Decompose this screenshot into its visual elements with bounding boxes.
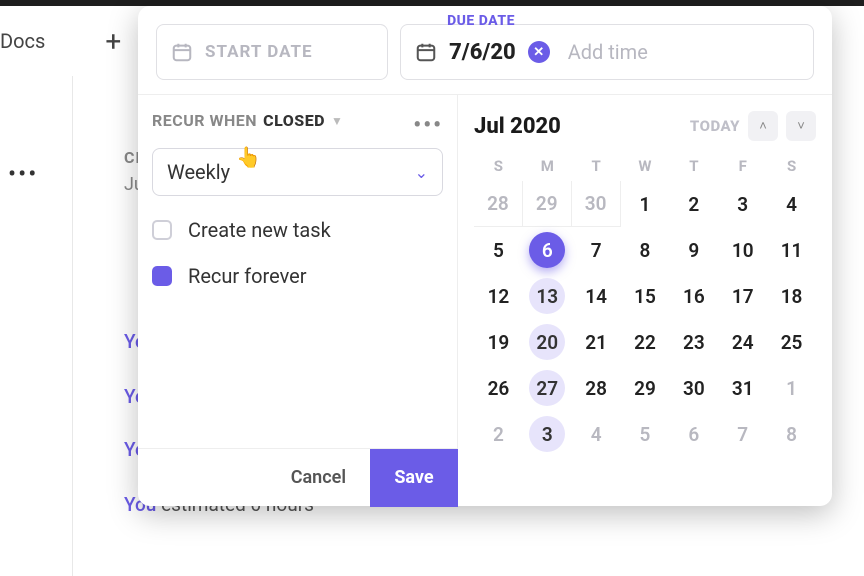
recur-prefix: RECUR WHEN: [152, 111, 257, 130]
prev-month-button[interactable]: ˄: [748, 111, 778, 141]
calendar-day[interactable]: 19: [474, 319, 523, 365]
calendar-day[interactable]: 22: [621, 319, 670, 365]
start-date-field[interactable]: START DATE: [156, 24, 388, 80]
calendar-day[interactable]: 2: [669, 181, 718, 227]
calendar-day[interactable]: 12: [474, 273, 523, 319]
calendar-day[interactable]: 6: [523, 227, 572, 273]
add-time-button[interactable]: Add time: [568, 40, 648, 64]
calendar-day[interactable]: 21: [572, 319, 621, 365]
calendar-day[interactable]: 5: [474, 227, 523, 273]
create-new-task-option[interactable]: Create new task: [152, 218, 443, 242]
add-view-button[interactable]: +: [105, 25, 121, 58]
dow-label: S: [474, 151, 523, 181]
vertical-separator: [72, 76, 73, 576]
calendar-day[interactable]: 25: [767, 319, 816, 365]
due-date-label: DUE DATE: [447, 13, 515, 29]
modal-footer: Cancel Save: [138, 448, 458, 506]
calendar-day[interactable]: 27: [523, 365, 572, 411]
recur-forever-option[interactable]: Recur forever: [152, 264, 443, 288]
calendar-day[interactable]: 4: [572, 411, 621, 457]
calendar-day[interactable]: 13: [523, 273, 572, 319]
calendar-day[interactable]: 7: [718, 411, 767, 457]
calendar-month-label: Jul 2020: [474, 114, 561, 139]
recur-state: CLOSED: [263, 111, 325, 130]
dow-row: SMTWTFS: [474, 151, 816, 181]
calendar-day[interactable]: 15: [621, 273, 670, 319]
calendar-day[interactable]: 26: [474, 365, 523, 411]
cancel-button[interactable]: Cancel: [271, 467, 366, 488]
date-fields-row: START DATE DUE DATE 7/6/20 ✕ Add time: [138, 6, 832, 94]
clear-due-date-button[interactable]: ✕: [528, 41, 550, 63]
calendar-day[interactable]: 7: [572, 227, 621, 273]
calendar-day[interactable]: 17: [718, 273, 767, 319]
calendar-day[interactable]: 20: [523, 319, 572, 365]
modal-body: RECUR WHEN CLOSED ▼ ••• Weekly ⌄ 👆 Creat…: [138, 94, 832, 506]
today-button[interactable]: TODAY: [690, 117, 740, 135]
calendar-day[interactable]: 1: [767, 365, 816, 411]
calendar-day[interactable]: 5: [621, 411, 670, 457]
calendar-day[interactable]: 10: [718, 227, 767, 273]
calendar-day[interactable]: 29: [621, 365, 670, 411]
docs-tab[interactable]: Docs: [0, 29, 45, 53]
calendar-day[interactable]: 6: [669, 411, 718, 457]
more-options-button[interactable]: •••: [413, 113, 443, 138]
calendar-day[interactable]: 3: [718, 181, 767, 227]
dow-label: W: [621, 151, 670, 181]
chevron-down-icon: ⌄: [415, 163, 428, 182]
date-recurrence-modal: START DATE DUE DATE 7/6/20 ✕ Add time RE…: [138, 6, 832, 506]
dow-label: M: [523, 151, 572, 181]
more-icon[interactable]: •••: [8, 160, 38, 188]
calendar-pane: Jul 2020 TODAY ˄ ˅ SMTWTFS 2829301234567…: [458, 95, 832, 506]
save-button[interactable]: Save: [370, 449, 458, 507]
calendar-icon: [415, 41, 437, 63]
calendar-day[interactable]: 14: [572, 273, 621, 319]
checkbox-unchecked[interactable]: [152, 220, 172, 240]
dow-label: T: [572, 151, 621, 181]
calendar-day[interactable]: 8: [767, 411, 816, 457]
dow-label: F: [718, 151, 767, 181]
option-label: Create new task: [188, 218, 331, 242]
calendar-day[interactable]: 30: [572, 181, 621, 227]
calendar-day[interactable]: 9: [669, 227, 718, 273]
calendar-day[interactable]: 28: [474, 181, 523, 227]
calendar-day[interactable]: 8: [621, 227, 670, 273]
calendar-grid: SMTWTFS 28293012345678910111213141516171…: [474, 151, 816, 457]
calendar-day[interactable]: 30: [669, 365, 718, 411]
checkbox-checked[interactable]: [152, 266, 172, 286]
calendar-controls: TODAY ˄ ˅: [690, 111, 816, 141]
calendar-day[interactable]: 24: [718, 319, 767, 365]
due-date-value: 7/6/20: [449, 40, 516, 65]
chevron-down-icon: ▼: [331, 114, 343, 128]
next-month-button[interactable]: ˅: [786, 111, 816, 141]
calendar-header: Jul 2020 TODAY ˄ ˅: [474, 111, 816, 141]
calendar-day[interactable]: 2: [474, 411, 523, 457]
calendar-day[interactable]: 18: [767, 273, 816, 319]
calendar-day[interactable]: 31: [718, 365, 767, 411]
dow-label: S: [767, 151, 816, 181]
recur-trigger-dropdown[interactable]: RECUR WHEN CLOSED ▼: [152, 111, 443, 130]
option-label: Recur forever: [188, 264, 307, 288]
calendar-day[interactable]: 29: [523, 181, 572, 227]
calendar-icon: [171, 41, 193, 63]
calendar-day[interactable]: 16: [669, 273, 718, 319]
calendar-day[interactable]: 11: [767, 227, 816, 273]
start-date-placeholder: START DATE: [205, 42, 313, 62]
frequency-value: Weekly: [167, 160, 230, 184]
calendar-day[interactable]: 4: [767, 181, 816, 227]
calendar-day[interactable]: 1: [621, 181, 670, 227]
due-date-field[interactable]: DUE DATE 7/6/20 ✕ Add time: [400, 24, 814, 80]
calendar-day[interactable]: 3: [523, 411, 572, 457]
dow-label: T: [669, 151, 718, 181]
frequency-select[interactable]: Weekly ⌄: [152, 148, 443, 196]
recurrence-pane: RECUR WHEN CLOSED ▼ ••• Weekly ⌄ 👆 Creat…: [138, 95, 458, 506]
calendar-day[interactable]: 23: [669, 319, 718, 365]
calendar-day[interactable]: 28: [572, 365, 621, 411]
